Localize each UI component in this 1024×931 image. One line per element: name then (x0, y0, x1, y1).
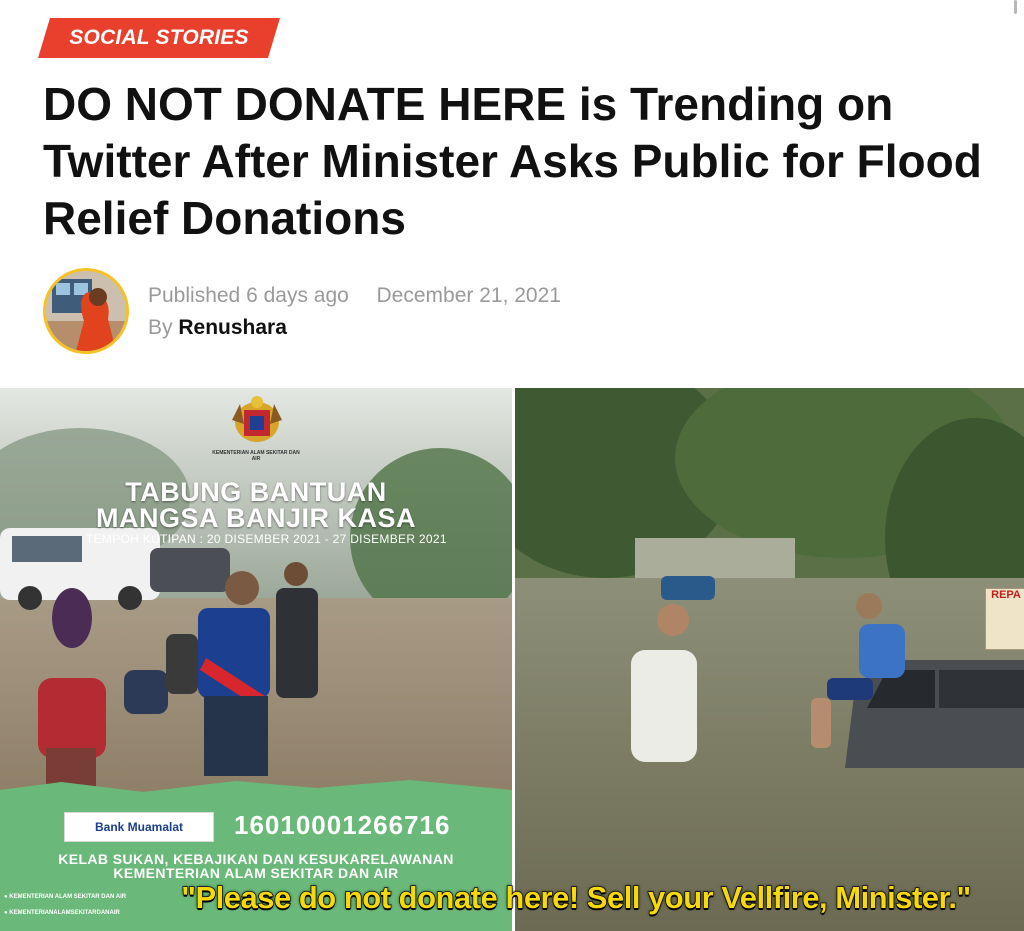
facebook-handle: ● KEMENTERIAN ALAM SEKITAR DAN AIR (4, 894, 127, 900)
article-title: DO NOT DONATE HERE is Trending on Twitte… (43, 78, 982, 244)
bank-name: Bank Muamalat (94, 820, 184, 834)
account-number: 16010001266716 (234, 810, 451, 840)
avatar-photo (46, 271, 126, 351)
facebook-icon: ● (4, 894, 8, 900)
club-line1: KELAB SUKAN, KEBAJIKAN DAN KESUKARELAWAN… (58, 851, 454, 867)
poster-title-line1: TABUNG BANTUAN (125, 477, 387, 507)
poster-title-line2: MANGSA BANJIR KASA (95, 503, 416, 533)
donation-poster-image: KEMENTERIAN ALAM SEKITAR DAN AIR TABUNG … (0, 388, 512, 931)
published-date: December 21, 2021 (376, 284, 561, 307)
club-line2: KEMENTERIAN ALAM SEKITAR DAN AIR (113, 865, 399, 881)
image-caption: "Please do not donate here! Sell your Ve… (181, 879, 972, 916)
author-avatar[interactable] (43, 268, 129, 354)
ministry-name: KEMENTERIAN ALAM SEKITAR DAN AIR (212, 450, 300, 462)
bank-logo: Bank Muamalat (64, 812, 214, 842)
category-label: SOCIAL STORIES (69, 26, 249, 49)
published-prefix: Published (148, 284, 241, 307)
flood-scene-right (515, 388, 1024, 931)
published-relative: 6 days ago (246, 284, 349, 307)
author-name[interactable]: Renushara (178, 316, 287, 339)
collection-period: TEMPOH KUTIPAN : 20 DISEMBER 2021 - 27 D… (86, 532, 447, 546)
article-meta: Published 6 days ago December 21, 2021 B… (148, 282, 561, 346)
instagram-icon: ● (4, 910, 8, 916)
scroll-indicator[interactable] (1014, 0, 1017, 14)
club-name: KELAB SUKAN, KEBAJIKAN DAN KESUKARELAWAN… (30, 852, 482, 880)
repair-shop-sign: REPA (985, 588, 1024, 650)
instagram-handle: ● KEMENTERIANALAMSEKITARDANAIR (4, 910, 120, 916)
category-badge[interactable]: SOCIAL STORIES (38, 18, 280, 58)
by-prefix: By (148, 316, 173, 339)
flooded-street-image: REPA (515, 388, 1024, 931)
ministry-crest-icon (232, 396, 282, 442)
